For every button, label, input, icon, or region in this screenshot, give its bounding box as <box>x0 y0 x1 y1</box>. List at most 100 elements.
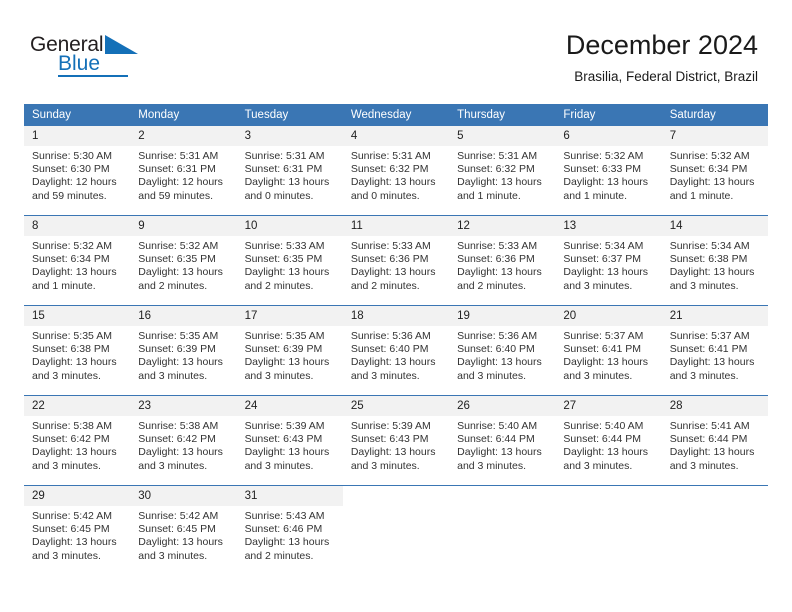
calendar-day-cell[interactable]: 9 Sunrise: 5:32 AM Sunset: 6:35 PM Daylight… <box>130 215 237 306</box>
calendar-day-cell[interactable]: 12 Sunrise: 5:33 AM Sunset: 6:36 PM Dayligh… <box>449 215 556 306</box>
day-daylight2-text: and 3 minutes. <box>32 459 101 472</box>
day-sunset-text: Sunset: 6:36 PM <box>457 253 535 266</box>
calendar-day-cell[interactable]: 2 Sunrise: 5:31 AM Sunset: 6:31 PM Daylight… <box>130 126 237 216</box>
day-sunset-text: Sunset: 6:42 PM <box>32 433 110 446</box>
calendar-week-row: 22 Sunrise: 5:38 AM Sunset: 6:42 PM Dayligh… <box>24 395 768 486</box>
calendar-day-cell[interactable]: 22 Sunrise: 5:38 AM Sunset: 6:42 PM Dayligh… <box>24 395 131 486</box>
day-daylight1-text: Daylight: 13 hours <box>457 266 542 279</box>
day-number: 14 <box>661 216 768 236</box>
day-daylight1-text: Daylight: 13 hours <box>138 266 223 279</box>
day-number-empty <box>342 486 450 506</box>
calendar-day-cell[interactable]: 24 Sunrise: 5:39 AM Sunset: 6:43 PM Dayligh… <box>236 395 343 486</box>
weekday-header-sunday: Sunday <box>24 104 131 126</box>
day-daylight2-text: and 2 minutes. <box>457 279 527 292</box>
day-number: 23 <box>130 396 237 416</box>
day-sunrise-text: Sunrise: 5:33 AM <box>244 240 325 252</box>
calendar-day-cell[interactable]: 17 Sunrise: 5:35 AM Sunset: 6:39 PM Dayligh… <box>236 305 343 396</box>
day-sunrise-text: Sunrise: 5:38 AM <box>32 420 112 432</box>
day-daylight1-text: Daylight: 13 hours <box>457 356 542 369</box>
calendar-day-cell[interactable]: 11 Sunrise: 5:33 AM Sunset: 6:36 PM Dayligh… <box>342 215 450 306</box>
day-daylight1-text: Daylight: 13 hours <box>138 536 223 549</box>
day-sunrise-text: Sunrise: 5:31 AM <box>244 150 325 162</box>
page-title: December 2024 <box>565 30 758 60</box>
day-sunrise-text: Sunrise: 5:33 AM <box>457 240 538 252</box>
day-number: 19 <box>449 306 556 326</box>
day-sunrise-text: Sunrise: 5:37 AM <box>669 330 750 342</box>
day-sun-info: Sunrise: 5:37 AM Sunset: 6:41 PM Daylight:… <box>662 326 768 383</box>
day-sun-info: Sunrise: 5:31 AM Sunset: 6:32 PM Daylight:… <box>343 146 449 203</box>
day-number: 28 <box>661 396 768 416</box>
calendar-page: General Blue December 2024 Brasilia, Fed… <box>0 0 792 612</box>
day-daylight1-text: Daylight: 13 hours <box>669 176 755 189</box>
day-number: 18 <box>342 306 450 326</box>
day-sunset-text: Sunset: 6:43 PM <box>244 433 323 446</box>
day-sunrise-text: Sunrise: 5:37 AM <box>563 330 644 342</box>
day-daylight2-text: and 1 minute. <box>32 279 96 292</box>
day-number: 8 <box>24 216 131 236</box>
calendar-day-cell[interactable]: 6 Sunrise: 5:32 AM Sunset: 6:33 PM Daylight… <box>555 126 662 216</box>
calendar-day-cell[interactable]: 8 Sunrise: 5:32 AM Sunset: 6:34 PM Daylight… <box>24 215 131 306</box>
day-daylight1-text: Daylight: 13 hours <box>669 356 755 369</box>
day-sunrise-text: Sunrise: 5:31 AM <box>138 150 219 162</box>
day-sunset-text: Sunset: 6:44 PM <box>669 433 748 446</box>
day-sunrise-text: Sunrise: 5:31 AM <box>350 150 431 162</box>
day-daylight1-text: Daylight: 13 hours <box>244 536 330 549</box>
day-sun-info: Sunrise: 5:39 AM Sunset: 6:43 PM Daylight:… <box>237 416 343 473</box>
day-sun-info: Sunrise: 5:42 AM Sunset: 6:45 PM Daylight:… <box>24 506 130 563</box>
day-daylight1-text: Daylight: 12 hours <box>32 176 117 189</box>
calendar-day-cell[interactable]: 27 Sunrise: 5:40 AM Sunset: 6:44 PM Dayligh… <box>555 395 662 486</box>
day-daylight2-text: and 59 minutes. <box>32 189 107 202</box>
calendar-day-cell[interactable]: 4 Sunrise: 5:31 AM Sunset: 6:32 PM Daylight… <box>342 126 450 216</box>
calendar-day-cell[interactable]: 25 Sunrise: 5:39 AM Sunset: 6:43 PM Dayligh… <box>342 395 450 486</box>
calendar-day-cell[interactable]: 5 Sunrise: 5:31 AM Sunset: 6:32 PM Daylight… <box>449 126 556 216</box>
weekday-header-row: Sunday Monday Tuesday Wednesday Thursday Frid… <box>24 104 768 126</box>
day-sunrise-text: Sunrise: 5:31 AM <box>457 150 538 162</box>
day-daylight2-text: and 3 minutes. <box>244 459 314 472</box>
day-sun-info: Sunrise: 5:38 AM Sunset: 6:42 PM Daylight:… <box>130 416 236 473</box>
day-daylight1-text: Daylight: 13 hours <box>244 356 330 369</box>
calendar-week-row: 15 Sunrise: 5:35 AM Sunset: 6:38 PM Dayligh… <box>24 305 768 396</box>
day-sunrise-text: Sunrise: 5:32 AM <box>32 240 112 252</box>
calendar-day-cell[interactable]: 13 Sunrise: 5:34 AM Sunset: 6:37 PM Dayligh… <box>555 215 662 306</box>
day-sun-info: Sunrise: 5:32 AM Sunset: 6:33 PM Daylight:… <box>555 146 661 203</box>
day-sunrise-text: Sunrise: 5:41 AM <box>669 420 750 432</box>
calendar-day-cell[interactable]: 29 Sunrise: 5:42 AM Sunset: 6:45 PM Dayligh… <box>24 485 131 575</box>
day-number: 20 <box>555 306 662 326</box>
day-number: 7 <box>661 126 768 146</box>
day-daylight2-text: and 1 minute. <box>457 189 521 202</box>
calendar-day-cell[interactable]: 26 Sunrise: 5:40 AM Sunset: 6:44 PM Dayligh… <box>449 395 556 486</box>
calendar-day-cell[interactable]: 20 Sunrise: 5:37 AM Sunset: 6:41 PM Dayligh… <box>555 305 662 396</box>
calendar-day-cell[interactable]: 3 Sunrise: 5:31 AM Sunset: 6:31 PM Daylight… <box>236 126 343 216</box>
day-sunrise-text: Sunrise: 5:36 AM <box>350 330 431 342</box>
calendar-day-cell[interactable]: 1 Sunrise: 5:30 AM Sunset: 6:30 PM Daylight… <box>24 126 131 216</box>
day-number: 5 <box>449 126 556 146</box>
day-sun-info: Sunrise: 5:32 AM Sunset: 6:35 PM Daylight:… <box>130 236 236 293</box>
calendar-day-cell[interactable]: 31 Sunrise: 5:43 AM Sunset: 6:46 PM Dayligh… <box>236 485 343 575</box>
day-sun-info: Sunrise: 5:34 AM Sunset: 6:38 PM Daylight:… <box>662 236 768 293</box>
day-sunset-text: Sunset: 6:32 PM <box>350 163 429 176</box>
general-blue-logo[interactable]: General Blue <box>30 34 210 90</box>
day-daylight2-text: and 2 minutes. <box>244 279 314 292</box>
calendar-day-cell[interactable]: 16 Sunrise: 5:35 AM Sunset: 6:39 PM Dayligh… <box>130 305 237 396</box>
day-number-empty <box>449 486 556 506</box>
calendar-day-cell[interactable]: 15 Sunrise: 5:35 AM Sunset: 6:38 PM Dayligh… <box>24 305 131 396</box>
calendar-day-cell[interactable]: 10 Sunrise: 5:33 AM Sunset: 6:35 PM Dayligh… <box>236 215 343 306</box>
day-sunrise-text: Sunrise: 5:32 AM <box>669 150 750 162</box>
day-sun-info: Sunrise: 5:31 AM Sunset: 6:31 PM Daylight:… <box>130 146 236 203</box>
calendar-day-cell[interactable]: 7 Sunrise: 5:32 AM Sunset: 6:34 PM Daylight… <box>661 126 768 216</box>
day-daylight1-text: Daylight: 13 hours <box>244 176 330 189</box>
day-sunrise-text: Sunrise: 5:42 AM <box>138 510 219 522</box>
calendar-day-cell[interactable]: 19 Sunrise: 5:36 AM Sunset: 6:40 PM Dayligh… <box>449 305 556 396</box>
calendar-day-cell[interactable]: 23 Sunrise: 5:38 AM Sunset: 6:42 PM Dayligh… <box>130 395 237 486</box>
calendar-day-cell[interactable]: 30 Sunrise: 5:42 AM Sunset: 6:45 PM Dayligh… <box>130 485 237 575</box>
day-sunset-text: Sunset: 6:44 PM <box>457 433 535 446</box>
calendar-day-cell[interactable]: 21 Sunrise: 5:37 AM Sunset: 6:41 PM Dayligh… <box>661 305 768 396</box>
calendar-day-cell[interactable]: 18 Sunrise: 5:36 AM Sunset: 6:40 PM Dayligh… <box>342 305 450 396</box>
calendar-day-cell[interactable]: 14 Sunrise: 5:34 AM Sunset: 6:38 PM Dayligh… <box>661 215 768 306</box>
calendar-day-cell[interactable]: 28 Sunrise: 5:41 AM Sunset: 6:44 PM Dayligh… <box>661 395 768 486</box>
day-sunset-text: Sunset: 6:36 PM <box>350 253 429 266</box>
day-sunset-text: Sunset: 6:40 PM <box>350 343 429 356</box>
day-sunrise-text: Sunrise: 5:40 AM <box>563 420 644 432</box>
day-daylight1-text: Daylight: 13 hours <box>563 266 649 279</box>
day-sunset-text: Sunset: 6:37 PM <box>563 253 642 266</box>
